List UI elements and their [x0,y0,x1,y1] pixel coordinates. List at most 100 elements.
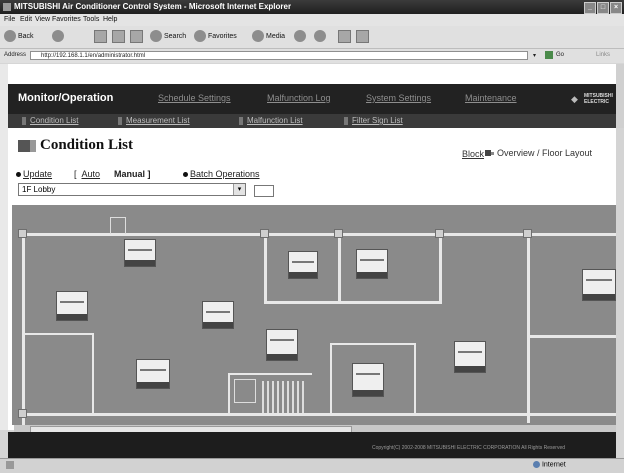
floor-wall [228,373,312,375]
history-button[interactable] [294,30,308,44]
forward-icon [52,30,64,43]
ac-unit-icon[interactable] [288,251,318,279]
auto-toggle[interactable]: [ Auto [74,169,100,179]
elevator-icon [234,379,256,403]
ac-unit-icon[interactable] [124,239,156,267]
close-icon[interactable]: × [610,2,622,14]
menu-edit[interactable]: Edit [20,16,32,23]
block-view-link[interactable]: Block [462,149,484,159]
floor-wall [527,335,616,338]
ac-unit-icon[interactable] [266,329,298,361]
sub-navigation: Condition List Measurement List Malfunct… [8,114,616,128]
edit-button[interactable] [356,30,369,44]
nav-monitor-operation[interactable]: Monitor/Operation [18,92,113,104]
update-button[interactable]: Update [16,169,52,179]
minimize-icon[interactable]: _ [584,2,596,14]
back-icon [4,30,16,43]
floor-wall [330,343,332,415]
go-button[interactable]: Go [556,52,564,58]
nav-maintenance[interactable]: Maintenance [465,93,517,103]
browser-icon [3,3,11,11]
menu-favorites[interactable]: Favorites [52,16,81,23]
manual-toggle[interactable]: Manual ] [114,169,151,179]
edit-icon [356,30,369,43]
ac-unit-icon[interactable] [582,269,616,301]
status-bar: Internet [0,458,624,473]
back-label: Back [18,33,34,40]
chevron-down-icon[interactable]: ▾ [233,184,245,195]
back-button[interactable]: Back [4,30,34,44]
vertical-scrollbar[interactable] [616,128,624,430]
app-navigation: Monitor/Operation Schedule Settings Malf… [8,84,616,114]
home-icon [130,30,143,43]
go-arrow-icon[interactable] [545,51,553,59]
ac-unit-icon[interactable] [352,363,384,397]
sub-malfunction-list[interactable]: Malfunction List [239,116,303,125]
refresh-icon [112,30,125,43]
floor-node [18,409,27,418]
media-label: Media [266,33,286,40]
links-button[interactable]: Links [596,52,610,58]
browser-toolbar: Back Search Favorites Media [0,26,624,49]
floor-wall [228,373,230,415]
ac-unit-icon[interactable] [356,249,388,279]
page-status-icon [6,461,14,469]
floor-wall [338,233,341,303]
floor-node [18,229,27,238]
overview-marker-icon-small [491,152,494,155]
history-icon [294,30,306,43]
ac-unit-icon[interactable] [136,359,170,389]
favorites-button[interactable]: Favorites [194,30,237,44]
menu-help[interactable]: Help [103,16,117,23]
zone-text: Internet [541,461,566,469]
maximize-icon[interactable]: □ [597,2,609,14]
home-button[interactable] [130,30,143,44]
print-button[interactable] [338,30,351,44]
nav-malfunction-log[interactable]: Malfunction Log [267,93,331,103]
sub-measurement-list[interactable]: Measurement List [118,116,190,125]
floor-wall [527,233,530,423]
menu-view[interactable]: View [35,16,50,23]
address-bar: Address http://192.168.1.1/en/administra… [0,49,624,63]
floor-go-box[interactable] [254,185,274,197]
overview-floor-layout-label: Overview / Floor Layout [497,148,593,158]
mail-icon [314,30,326,43]
title-marker-icon [18,140,30,152]
sub-condition-list[interactable]: Condition List [22,116,78,125]
globe-icon [533,461,540,468]
nav-schedule-settings[interactable]: Schedule Settings [158,93,231,103]
window-title-bar: MITSUBISHI Air Conditioner Control Syste… [0,0,624,14]
search-button[interactable]: Search [150,30,186,44]
nav-system-settings[interactable]: System Settings [366,93,431,103]
floor-wall [264,233,267,303]
title-marker-icon-light [30,140,36,152]
window-title: MITSUBISHI Air Conditioner Control Syste… [14,2,292,11]
refresh-button[interactable] [112,30,125,44]
update-label: Update [23,169,53,179]
address-input[interactable]: http://192.168.1.1/en/administrator.html [30,51,528,60]
ac-unit-icon[interactable] [56,291,88,321]
floor-select[interactable]: 1F Lobby ▾ [18,183,246,196]
media-icon [252,30,264,43]
menu-bar: File Edit View Favorites Tools Help [0,14,624,26]
mail-button[interactable] [314,30,328,44]
ac-unit-icon[interactable] [454,341,486,373]
stop-button[interactable] [94,30,107,44]
menu-file[interactable]: File [4,16,15,23]
floor-wall [22,233,25,425]
ac-unit-icon[interactable] [202,301,234,329]
print-icon [338,30,351,43]
floor-node [435,229,444,238]
media-button[interactable]: Media [252,30,285,44]
floor-node [334,229,343,238]
floor-layout [12,205,616,425]
forward-button[interactable] [52,30,66,44]
menu-tools[interactable]: Tools [83,16,99,23]
batch-bullet-icon [183,172,188,178]
address-dropdown-icon[interactable]: ▾ [533,52,536,59]
manual-label: Manual [114,169,146,179]
sub-filter-sign-list[interactable]: Filter Sign List [344,116,403,125]
floor-node [260,229,269,238]
page-left-margin [0,64,8,430]
batch-operations-button[interactable]: Batch Operations [183,169,260,179]
